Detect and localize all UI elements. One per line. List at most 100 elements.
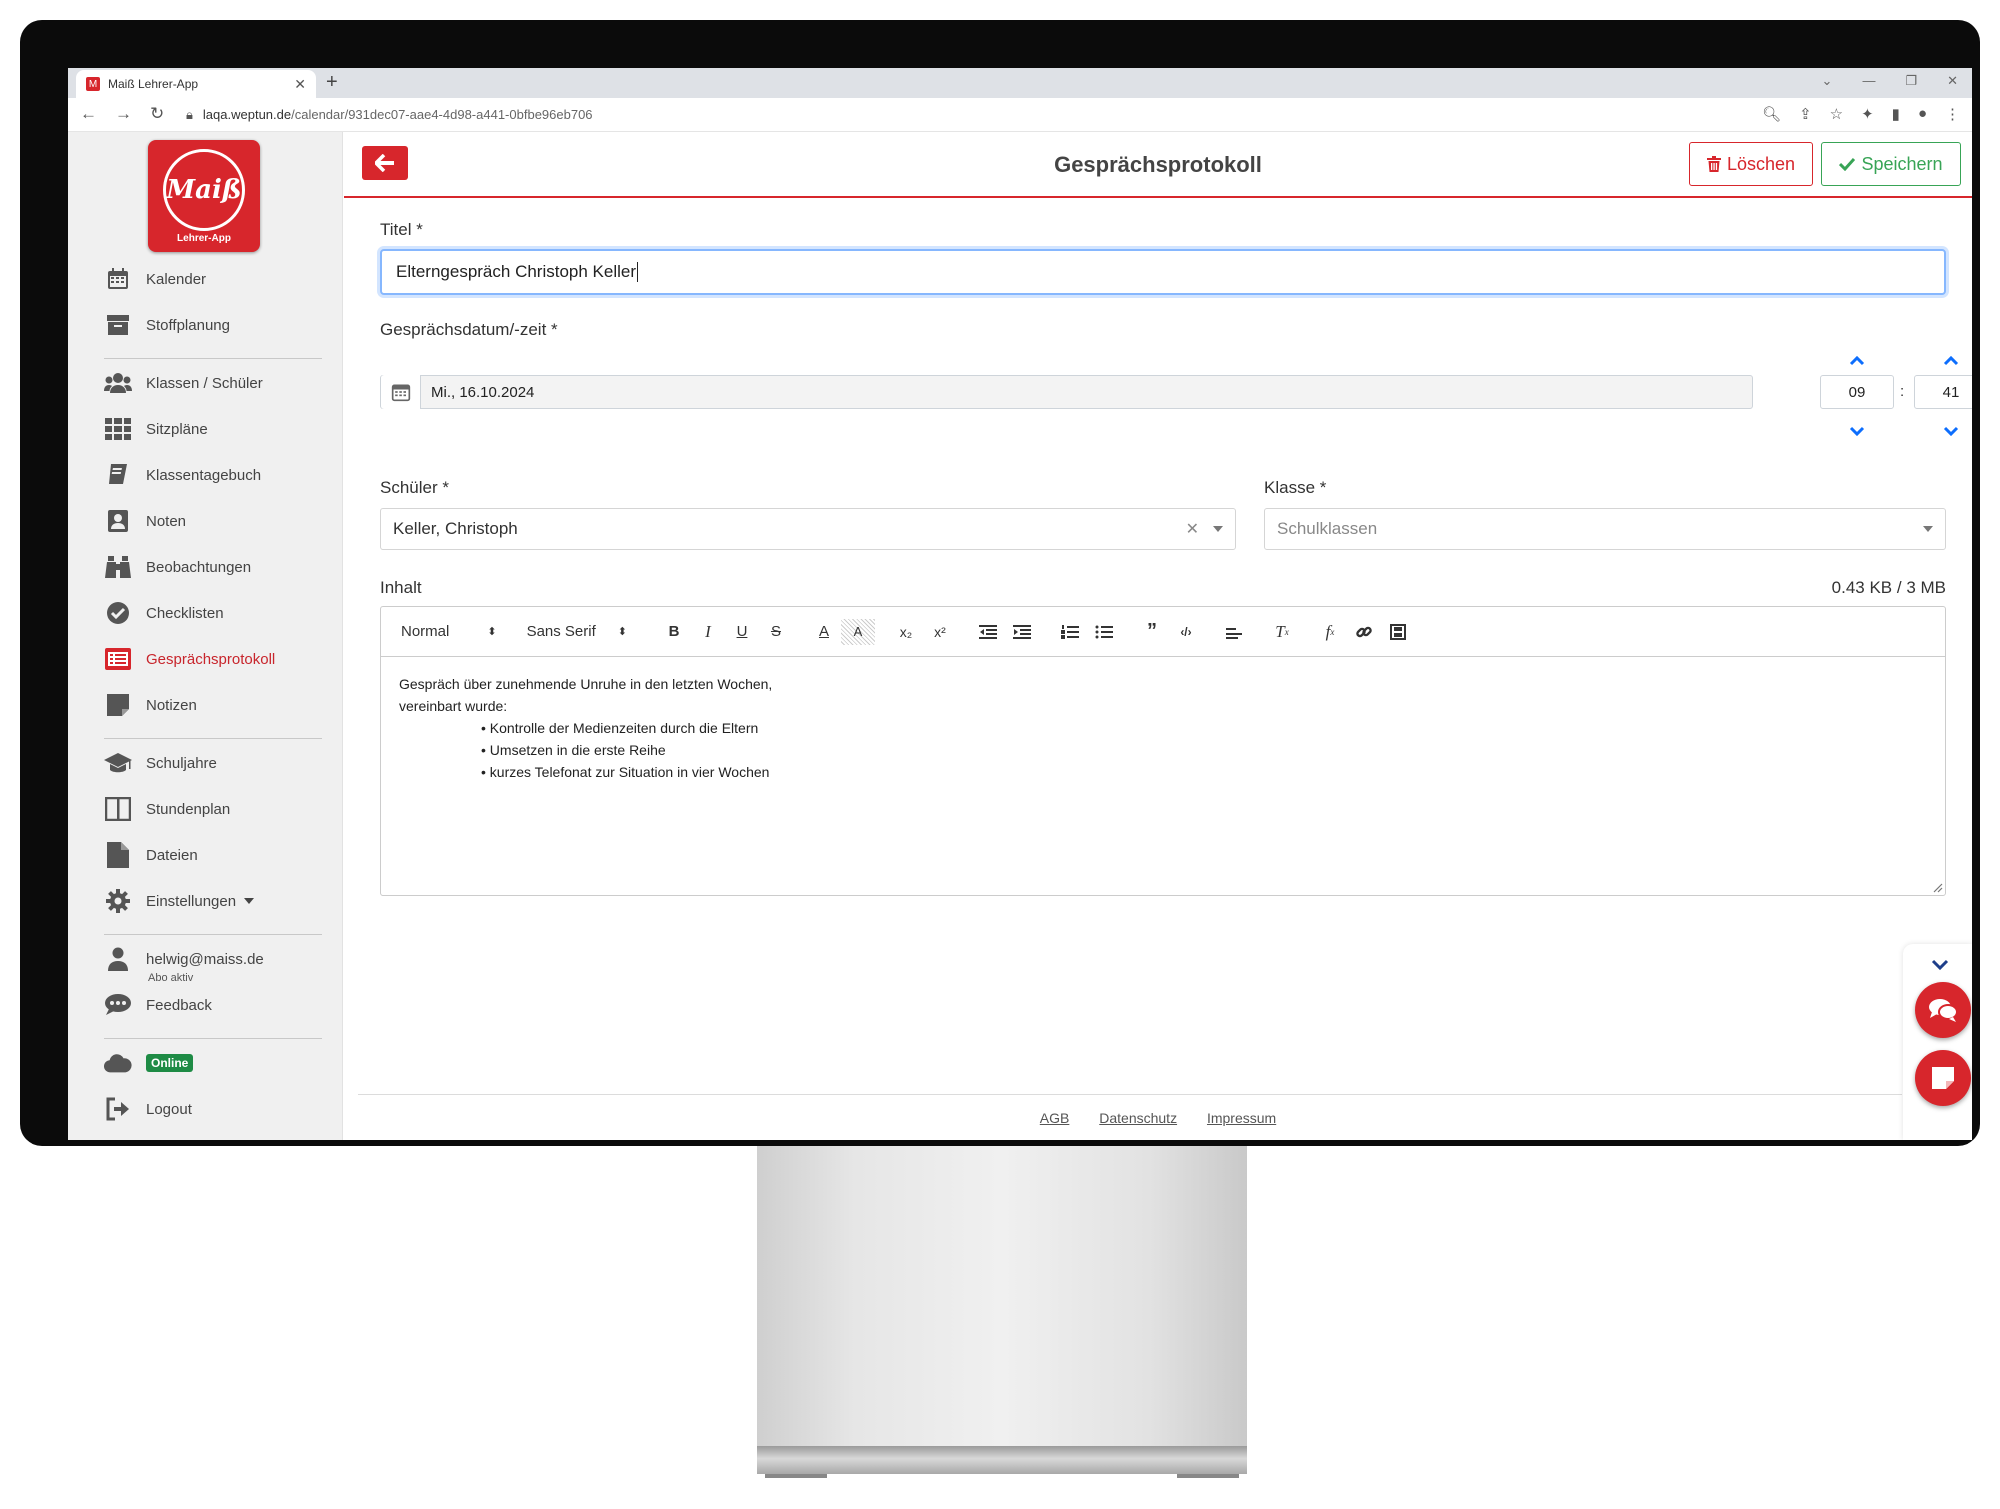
student-select[interactable]: Keller, Christoph ✕ <box>380 508 1236 550</box>
sidebar-item-feedback[interactable]: Feedback <box>104 990 212 1020</box>
restore-icon[interactable]: ❐ <box>1905 73 1917 89</box>
collapse-chevron-icon[interactable] <box>1931 958 1949 976</box>
profile-icon[interactable]: ● <box>1918 105 1927 123</box>
back-arrow-icon[interactable]: ← <box>80 104 97 124</box>
subscript-icon[interactable]: x₂ <box>889 619 923 645</box>
code-icon[interactable]: ‹/› <box>1169 619 1203 645</box>
sidebar-item-notizen[interactable]: Notizen <box>104 690 197 720</box>
sidepanel-icon[interactable]: ▮ <box>1892 105 1900 123</box>
italic-icon[interactable]: I <box>691 619 725 645</box>
zoom-icon[interactable]: 🔍︎ <box>1762 105 1781 123</box>
bold-icon[interactable]: B <box>657 619 691 645</box>
favicon-icon: M <box>86 77 100 91</box>
class-select[interactable]: Schulklassen <box>1264 508 1946 550</box>
blockquote-icon[interactable]: ” <box>1135 619 1169 645</box>
trash-icon <box>1706 156 1721 172</box>
browser-tab[interactable]: M Maiß Lehrer-App ✕ <box>76 70 316 98</box>
minute-input[interactable]: 41 <box>1914 375 1972 409</box>
calendar-icon <box>104 266 132 292</box>
sidebar-item-label: Gesprächsprotokoll <box>146 650 276 668</box>
format-select[interactable]: Normal ⬍ <box>401 623 497 640</box>
formula-icon[interactable]: fx <box>1313 619 1347 645</box>
impressum-link[interactable]: Impressum <box>1207 1110 1276 1126</box>
monitor-foot <box>1177 1474 1239 1478</box>
reload-icon[interactable]: ↻ <box>150 104 164 124</box>
binoculars-icon <box>104 554 132 580</box>
sidebar-item-kalender[interactable]: Kalender <box>104 264 206 294</box>
tab-title: Maiß Lehrer-App <box>108 77 199 91</box>
calendar-picker-icon[interactable] <box>381 375 421 409</box>
bullet-list-icon[interactable] <box>1087 619 1121 645</box>
share-icon[interactable]: ⇪ <box>1799 105 1812 123</box>
note-button[interactable] <box>1915 1050 1971 1106</box>
align-icon[interactable] <box>1217 619 1251 645</box>
minimize-icon[interactable]: — <box>1862 73 1875 89</box>
background-color-icon[interactable]: A <box>840 618 875 645</box>
sidebar-item-checklisten[interactable]: Checklisten <box>104 598 224 628</box>
ordered-list-icon[interactable] <box>1053 619 1087 645</box>
sidebar-item-gespraechsprotokoll[interactable]: Gesprächsprotokoll <box>104 644 275 674</box>
font-select[interactable]: Sans Serif ⬍ <box>527 623 627 640</box>
video-icon[interactable] <box>1381 619 1415 645</box>
abo-status: Abo aktiv <box>148 972 194 984</box>
sidebar-item-klassen[interactable]: Klassen / Schüler <box>104 368 263 398</box>
sticky-note-icon <box>1932 1067 1954 1089</box>
title-label: Titel * <box>380 220 423 239</box>
text-color-icon[interactable]: A <box>807 619 841 645</box>
sidebar-item-stoffplanung[interactable]: Stoffplanung <box>104 310 230 340</box>
sidebar-item-dateien[interactable]: Dateien <box>104 840 198 870</box>
sidebar-item-einstellungen[interactable]: Einstellungen <box>104 886 255 916</box>
user-icon <box>104 946 132 972</box>
strike-icon[interactable]: S <box>759 619 793 645</box>
updown-icon: ⬍ <box>617 626 627 638</box>
new-tab-icon[interactable]: + <box>326 71 338 94</box>
sidebar-item-sitzplaene[interactable]: Sitzpläne <box>104 414 208 444</box>
menu-dots-icon[interactable]: ⋮ <box>1945 105 1960 123</box>
save-button[interactable]: Speichern <box>1821 142 1961 186</box>
extensions-icon[interactable]: ✦ <box>1861 105 1874 123</box>
sidebar-item-stundenplan[interactable]: Stundenplan <box>104 794 230 824</box>
sidebar-item-klassentagebuch[interactable]: Klassentagebuch <box>104 460 261 490</box>
tab-close-icon[interactable]: ✕ <box>294 76 306 93</box>
chat-icon <box>1929 999 1958 1022</box>
resize-handle-icon[interactable] <box>1931 881 1943 893</box>
app-logo[interactable]: Maiß Lehrer-App <box>148 140 260 252</box>
clear-icon[interactable]: ✕ <box>1186 519 1199 539</box>
connection-status: Online <box>104 1048 194 1078</box>
title-input[interactable]: Elterngespräch Christoph Keller <box>380 249 1946 295</box>
hour-input[interactable]: 09 <box>1820 375 1894 409</box>
tab-search-icon[interactable]: ⌄ <box>1822 73 1833 89</box>
chat-button[interactable] <box>1915 982 1971 1038</box>
minute-down-icon[interactable] <box>1941 425 1961 437</box>
sidebar-item-schuljahre[interactable]: Schuljahre <box>104 748 217 778</box>
url-field[interactable]: 🔒︎ laqa.weptun.de/calendar/931dec07-aae4-… <box>186 107 593 123</box>
minute-up-icon[interactable] <box>1941 355 1961 367</box>
book-icon <box>104 462 132 488</box>
hour-up-icon[interactable] <box>1847 355 1867 367</box>
agb-link[interactable]: AGB <box>1040 1110 1070 1126</box>
format-value: Normal <box>401 623 450 640</box>
date-field[interactable]: Mi., 16.10.2024 <box>380 375 1753 409</box>
title-value: Elterngespräch Christoph Keller <box>396 262 637 281</box>
link-icon[interactable] <box>1347 619 1381 645</box>
hour-down-icon[interactable] <box>1847 425 1867 437</box>
sidebar-item-logout[interactable]: Logout <box>104 1094 192 1124</box>
underline-icon[interactable]: U <box>725 619 759 645</box>
class-placeholder: Schulklassen <box>1277 519 1378 538</box>
browser-tabbar: M Maiß Lehrer-App ✕ + ⌄ — ❐ ✕ <box>68 68 1972 98</box>
check-icon <box>1839 157 1856 171</box>
forward-arrow-icon[interactable]: → <box>115 104 132 124</box>
delete-button[interactable]: Löschen <box>1689 142 1813 186</box>
editor-content[interactable]: Gespräch über zunehmende Unruhe in den l… <box>399 673 772 783</box>
datenschutz-link[interactable]: Datenschutz <box>1099 1110 1177 1126</box>
outdent-icon[interactable] <box>971 619 1005 645</box>
columns-icon <box>104 796 132 822</box>
bookmark-star-icon[interactable]: ☆ <box>1830 105 1843 123</box>
indent-icon[interactable] <box>1005 619 1039 645</box>
window-close-icon[interactable]: ✕ <box>1947 73 1958 89</box>
superscript-icon[interactable]: x² <box>923 619 957 645</box>
sidebar-user[interactable]: helwig@maiss.de <box>104 944 264 974</box>
clear-format-icon[interactable]: Tx <box>1265 619 1299 645</box>
sidebar-item-beobachtungen[interactable]: Beobachtungen <box>104 552 251 582</box>
sidebar-item-noten[interactable]: Noten <box>104 506 186 536</box>
